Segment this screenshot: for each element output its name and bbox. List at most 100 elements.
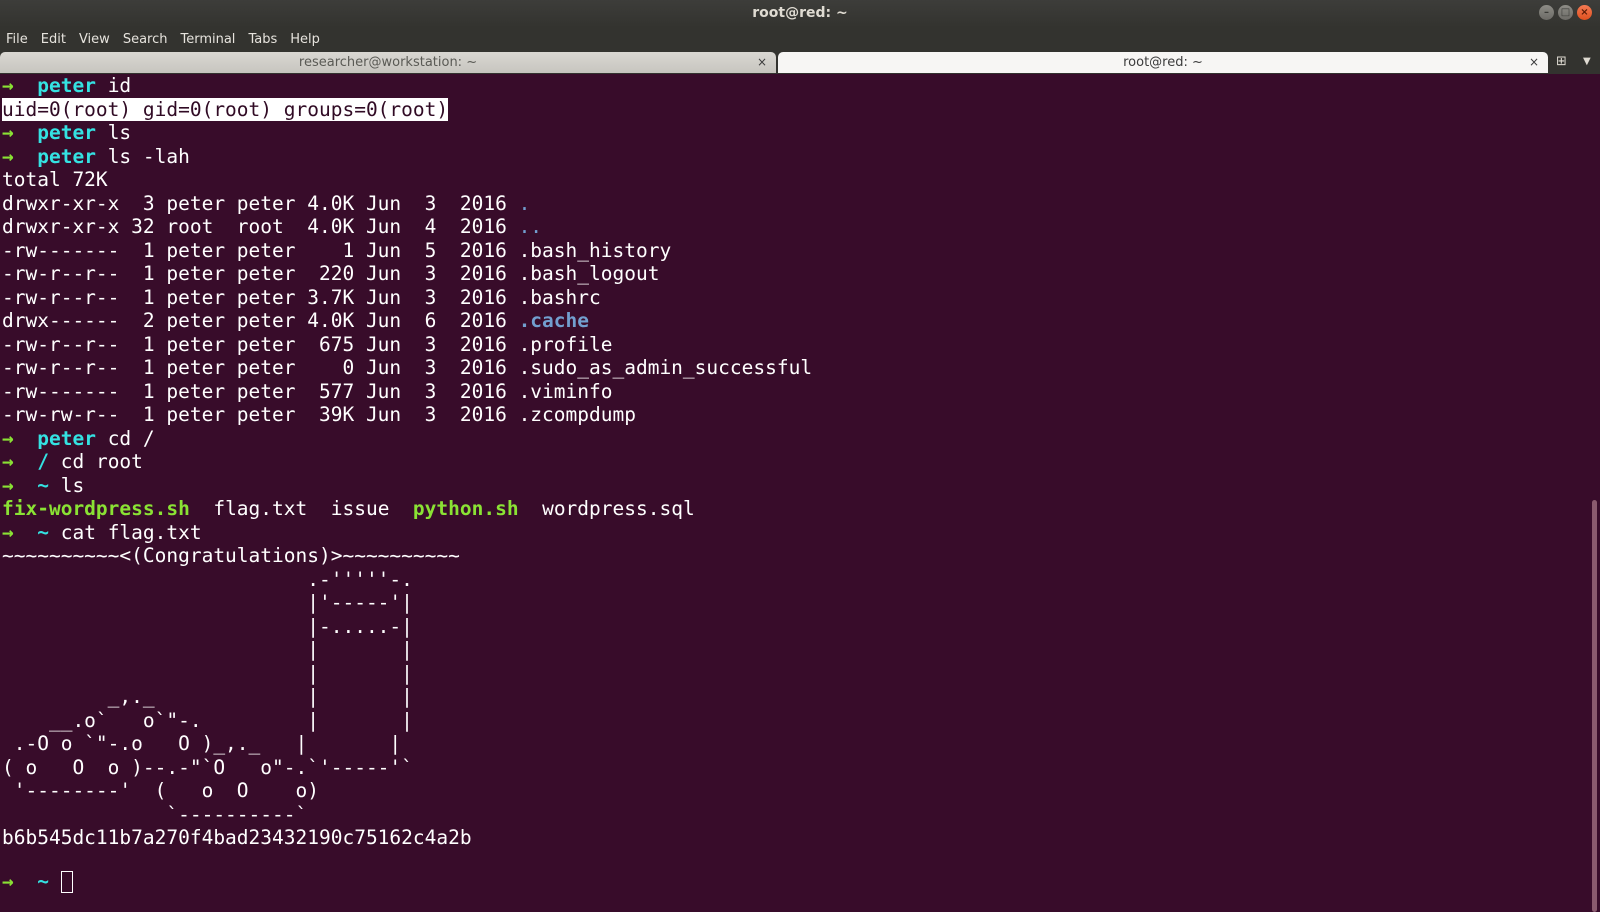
file-meta: -rw-r--r-- 1 peter peter 0 Jun 3 2016 [2, 356, 519, 379]
menu-help[interactable]: Help [290, 32, 320, 47]
menu-edit[interactable]: Edit [41, 32, 66, 47]
file-name: flag.txt [213, 497, 308, 520]
file-name: .profile [518, 333, 613, 356]
file-meta: drwxr-xr-x 3 peter peter 4.0K Jun 3 2016 [2, 192, 519, 215]
prompt-cwd: peter [37, 74, 96, 97]
menu-view[interactable]: View [79, 32, 110, 47]
command-text: cd root [60, 450, 143, 473]
menu-terminal[interactable]: Terminal [180, 32, 235, 47]
file-meta: drwx------ 2 peter peter 4.0K Jun 6 2016 [2, 309, 519, 332]
file-meta: -rw-r--r-- 1 peter peter 675 Jun 3 2016 [2, 333, 519, 356]
new-tab-icon[interactable]: ⊞ [1556, 54, 1567, 69]
prompt-cwd: ~ [37, 474, 49, 497]
file-name: .bash_history [518, 239, 672, 262]
file-name: .. [518, 215, 543, 238]
file-name: .zcompdump [518, 403, 636, 426]
prompt-line: → peter id [2, 74, 131, 98]
terminal-window: root@red: ~ – □ × File Edit View Search … [0, 0, 1600, 912]
command-text: ls [107, 121, 132, 144]
ascii-art-line: `----------` [2, 803, 308, 826]
minimize-button[interactable]: – [1539, 5, 1554, 20]
ls-output: fix-wordpress.sh flag.txt issue python.s… [2, 497, 695, 521]
prompt-line: → peter cd / [2, 427, 155, 451]
prompt-arrow-icon: → [2, 870, 14, 893]
command-text: id [107, 74, 132, 97]
prompt-cwd: peter [37, 427, 96, 450]
prompt-cwd: peter [37, 121, 96, 144]
prompt-line: → peter ls [2, 121, 131, 145]
prompt-line: → ~ ls [2, 474, 84, 498]
file-name: wordpress.sql [542, 497, 695, 520]
file-name: issue [330, 497, 390, 520]
prompt-line: → ~ [2, 870, 73, 894]
window-title: root@red: ~ [752, 5, 848, 21]
prompt-arrow-icon: → [2, 521, 14, 544]
title-bar: root@red: ~ – □ × [0, 0, 1600, 27]
ascii-art-line: .-'''''-. [2, 568, 413, 591]
tab-bar: researcher@workstation: ~ × root@red: ~ … [0, 51, 1600, 74]
tab-label: researcher@workstation: ~ [298, 55, 478, 70]
prompt-line: → / cd root [2, 450, 143, 474]
file-meta: -rw-rw-r-- 1 peter peter 39K Jun 3 2016 [2, 403, 519, 426]
prompt-arrow-icon: → [2, 474, 14, 497]
listing-row: drwx------ 2 peter peter 4.0K Jun 6 2016… [2, 309, 589, 333]
file-meta: -rw-r--r-- 1 peter peter 220 Jun 3 2016 [2, 262, 519, 285]
file-meta: -rw------- 1 peter peter 1 Jun 5 2016 [2, 239, 519, 262]
file-name: .cache [518, 309, 590, 332]
listing-row: -rw-r--r-- 1 peter peter 220 Jun 3 2016 … [2, 262, 659, 286]
ascii-art-line: | | [2, 662, 413, 685]
command-text: ls [60, 474, 85, 497]
ascii-art-line: '--------' ( o O o) [2, 779, 319, 802]
tab-close-icon[interactable]: × [1529, 52, 1539, 73]
prompt-cwd: ~ [37, 870, 49, 893]
prompt-arrow-icon: → [2, 145, 14, 168]
maximize-button[interactable]: □ [1558, 5, 1573, 20]
scrollbar[interactable] [1592, 500, 1597, 912]
listing-row: -rw-r--r-- 1 peter peter 675 Jun 3 2016 … [2, 333, 612, 357]
window-controls: – □ × [1539, 5, 1592, 20]
file-meta: -rw------- 1 peter peter 577 Jun 3 2016 [2, 380, 519, 403]
listing-row: -rw-rw-r-- 1 peter peter 39K Jun 3 2016 … [2, 403, 636, 427]
file-name: python.sh [412, 497, 519, 520]
command-text: cat flag.txt [60, 521, 202, 544]
tab-root-red[interactable]: root@red: ~ × [778, 52, 1548, 73]
listing-row: -rw------- 1 peter peter 577 Jun 3 2016 … [2, 380, 612, 404]
menu-search[interactable]: Search [123, 32, 168, 47]
menu-file[interactable]: File [6, 32, 28, 47]
file-name: . [518, 192, 531, 215]
prompt-cwd: ~ [37, 521, 49, 544]
listing-row: -rw------- 1 peter peter 1 Jun 5 2016 .b… [2, 239, 671, 263]
ascii-art-line: __.o` o`"-. | | [2, 709, 413, 732]
menu-tabs[interactable]: Tabs [248, 32, 277, 47]
text-cursor[interactable] [60, 871, 73, 893]
file-name: .sudo_as_admin_successful [518, 356, 813, 379]
chevron-down-icon[interactable]: ▼ [1583, 56, 1591, 67]
ascii-art-line: .-O o `"-.o O )_,._ | | [2, 732, 402, 755]
ascii-art-line: ~~~~~~~~~~<(Congratulations)>~~~~~~~~~~ [2, 544, 460, 567]
command-text: ls -lah [107, 145, 190, 168]
prompt-arrow-icon: → [2, 450, 14, 473]
close-button[interactable]: × [1577, 5, 1592, 20]
file-name: fix-wordpress.sh [2, 497, 190, 520]
output-line: uid=0(root) gid=0(root) groups=0(root) [2, 98, 449, 122]
prompt-line: → peter ls -lah [2, 145, 190, 169]
ascii-art-line: | | [2, 638, 413, 661]
prompt-line: → ~ cat flag.txt [2, 521, 202, 545]
tab-label: root@red: ~ [1123, 55, 1203, 70]
terminal-output[interactable]: → peter id uid=0(root) gid=0(root) group… [0, 74, 1588, 912]
ascii-art-line: ( o O o )--.-"`O o"-.`'-----'` [2, 756, 413, 779]
tab-researcher-workstation[interactable]: researcher@workstation: ~ × [0, 52, 776, 73]
file-meta: -rw-r--r-- 1 peter peter 3.7K Jun 3 2016 [2, 286, 519, 309]
listing-row: drwxr-xr-x 3 peter peter 4.0K Jun 3 2016… [2, 192, 530, 216]
prompt-arrow-icon: → [2, 121, 14, 144]
menu-bar: File Edit View Search Terminal Tabs Help [0, 27, 1600, 51]
prompt-cwd: peter [37, 145, 96, 168]
flag-hash: b6b545dc11b7a270f4bad23432190c75162c4a2b [2, 826, 472, 849]
listing-row: -rw-r--r-- 1 peter peter 3.7K Jun 3 2016… [2, 286, 601, 310]
output-line: total 72K [2, 168, 108, 191]
prompt-cwd: / [37, 450, 49, 473]
prompt-arrow-icon: → [2, 427, 14, 450]
command-text: cd / [107, 427, 155, 450]
ascii-art-line: _,._ | | [2, 685, 413, 708]
tab-close-icon[interactable]: × [757, 52, 767, 73]
